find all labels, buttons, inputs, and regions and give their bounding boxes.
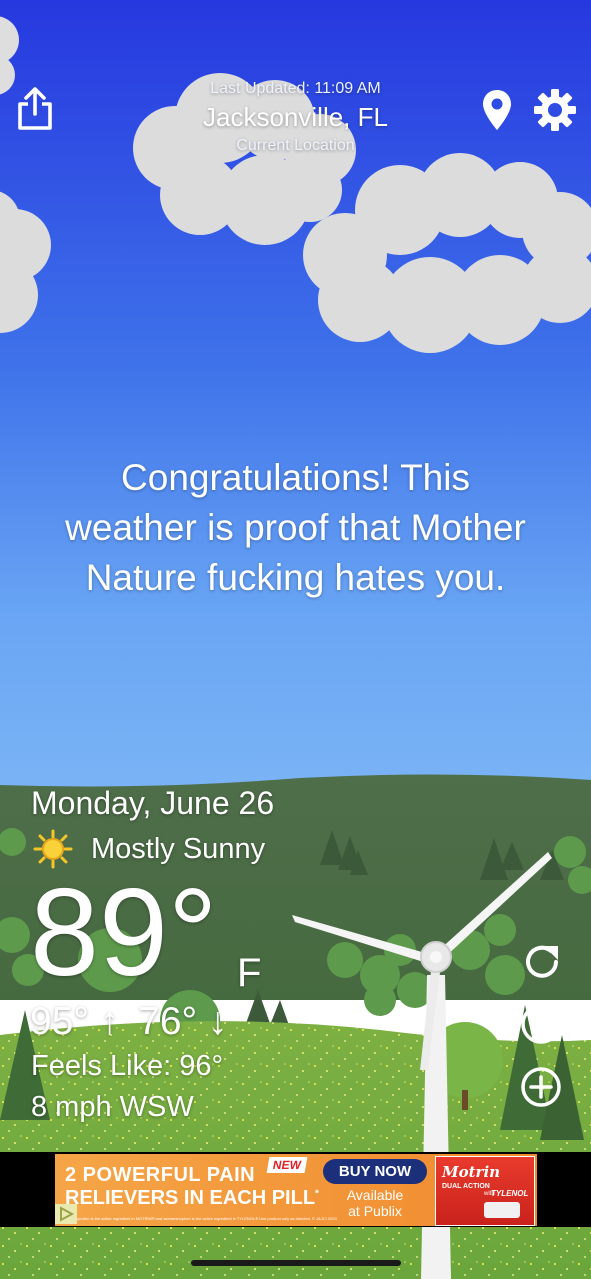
add-button[interactable] xyxy=(520,1066,562,1108)
high-temp: 95° xyxy=(30,1000,89,1043)
ad-product-brand: Motrin xyxy=(442,1163,501,1181)
arrow-down-icon: ↓ xyxy=(208,1000,228,1043)
ad-headline-2: RELIEVERS IN EACH PILL xyxy=(65,1187,316,1209)
weather-message: Congratulations! This weather is proof t… xyxy=(0,453,591,603)
settings-button[interactable] xyxy=(533,88,577,132)
message-line-2: weather is proof that Mother xyxy=(65,507,526,548)
ad-headline-1: 2 POWERFUL PAIN xyxy=(65,1164,256,1186)
ad-product-partner: TYLENOL xyxy=(491,1189,529,1198)
ad-creative[interactable]: 2 POWERFUL PAIN RELIEVERS IN EACH PILL* … xyxy=(55,1154,537,1226)
ad-new-badge: NEW xyxy=(266,1157,308,1173)
home-indicator[interactable] xyxy=(191,1260,401,1266)
message-line-3: Nature fucking hates you. xyxy=(85,557,506,598)
gear-icon xyxy=(534,89,576,131)
weather-scene xyxy=(0,0,591,1279)
ad-product-pills xyxy=(484,1202,520,1218)
high-low: 95° ↑ 76° ↓ xyxy=(30,1000,228,1044)
ad-choices-icon[interactable] xyxy=(55,1204,77,1224)
temperature-unit: F xyxy=(237,951,262,995)
low-temp: 76° xyxy=(138,1000,198,1043)
condition-label: Mostly Sunny xyxy=(91,833,266,865)
moon-icon xyxy=(521,1004,561,1044)
refresh-icon xyxy=(526,945,558,978)
ad-availability-1: Available xyxy=(346,1187,404,1203)
refresh-button[interactable] xyxy=(520,940,564,984)
feels-like: Feels Like: 96° xyxy=(31,1050,224,1082)
ad-buy-now-button[interactable]: BUY NOW xyxy=(323,1159,427,1184)
ad-availability-2: at Publix xyxy=(348,1203,402,1219)
location-label: Current Location xyxy=(236,137,355,154)
ad-product-sub: DUAL ACTION xyxy=(442,1183,490,1190)
temperature: 89° xyxy=(30,864,218,1002)
wind: 8 mph WSW xyxy=(31,1091,194,1123)
ad-headline-mark: * xyxy=(315,1188,319,1200)
sun-icon xyxy=(33,829,73,869)
location-pin-icon xyxy=(483,90,511,130)
theme-button[interactable] xyxy=(520,1003,562,1045)
add-icon xyxy=(521,1067,561,1107)
ad-fineprint: *Ibuprofen is the active ingredient in M… xyxy=(71,1216,337,1221)
arrow-up-icon: ↑ xyxy=(99,1000,120,1043)
message-line-1: Congratulations! This xyxy=(121,457,470,498)
ad-banner[interactable]: 2 POWERFUL PAIN RELIEVERS IN EACH PILL* … xyxy=(0,1152,591,1227)
date-label: Monday, June 26 xyxy=(31,785,275,821)
location-button[interactable] xyxy=(480,88,514,132)
ad-product-box: Motrin DUAL ACTION with TYLENOL xyxy=(435,1156,535,1226)
